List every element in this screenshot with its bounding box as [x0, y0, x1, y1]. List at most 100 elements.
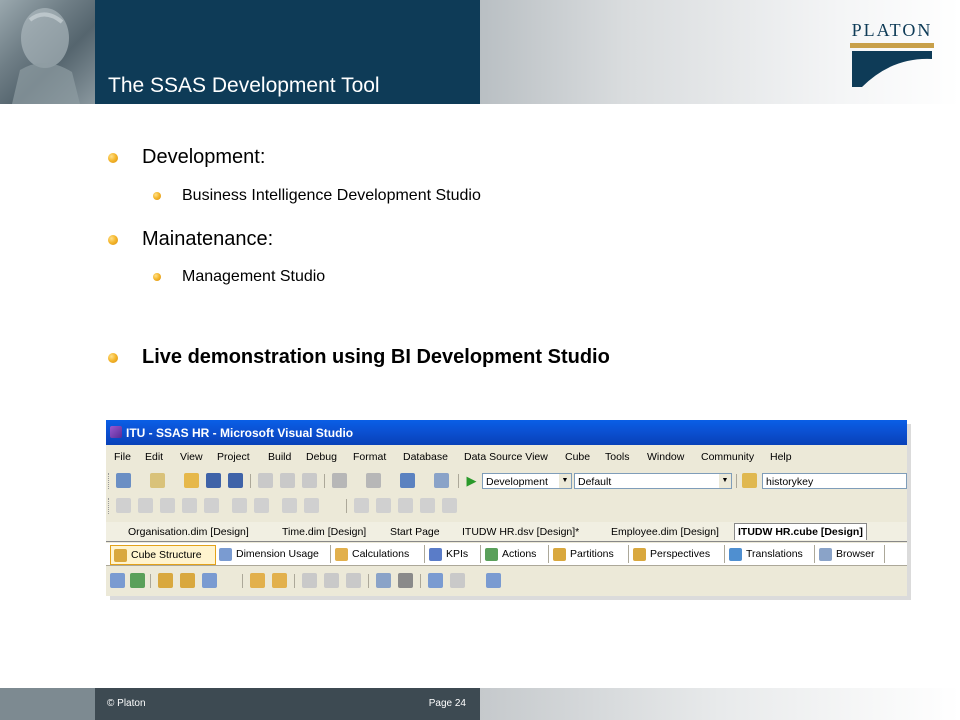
show-all-icon[interactable]	[272, 573, 287, 588]
designer-tab-label: Translations	[746, 548, 803, 560]
tab-browser[interactable]: Browser	[816, 545, 885, 563]
tab-actions[interactable]: Actions	[482, 545, 549, 563]
arrange-icon[interactable]	[486, 573, 501, 588]
tab-itudw-hr-dsv[interactable]: ITUDW HR.dsv [Design]*	[462, 524, 579, 540]
footer-left-block	[0, 688, 95, 720]
menu-community[interactable]: Community	[701, 451, 754, 463]
tab-kpis[interactable]: KPIs	[426, 545, 481, 563]
header-bar: The SSAS Development Tool	[95, 0, 480, 104]
new-project-icon[interactable]	[116, 473, 131, 488]
platon-logo: PLATON	[846, 18, 938, 87]
redo-icon[interactable]	[366, 473, 381, 488]
cube-designer-toolbar	[106, 570, 907, 592]
remove-table-icon[interactable]	[138, 498, 153, 513]
new-measure-icon[interactable]	[158, 573, 173, 588]
indent-icon[interactable]	[376, 498, 391, 513]
explore-data-icon[interactable]	[182, 498, 197, 513]
toolbar-separator	[242, 574, 243, 588]
solution-platform-select[interactable]: Default ▼	[574, 473, 732, 489]
header-statue-photo	[0, 0, 95, 104]
kpis-icon	[429, 547, 442, 561]
menu-cube[interactable]: Cube	[565, 451, 590, 463]
start-debug-icon[interactable]: ▶	[464, 473, 479, 488]
show-grid-icon[interactable]	[376, 573, 391, 588]
statue-image	[12, 8, 80, 104]
navigate-forward-icon[interactable]	[434, 473, 449, 488]
tab-perspectives[interactable]: Perspectives	[630, 545, 725, 563]
zoom-icon[interactable]	[428, 573, 443, 588]
cut-icon[interactable]	[258, 473, 273, 488]
bullet-dot-icon	[108, 152, 118, 163]
find-input-value: historykey	[766, 476, 814, 488]
diagram-icon[interactable]	[304, 498, 319, 513]
diagram-view-icon[interactable]	[398, 573, 413, 588]
open-folder-icon[interactable]	[184, 473, 199, 488]
new-measure-group-icon[interactable]	[180, 573, 195, 588]
menu-edit[interactable]: Edit	[145, 451, 163, 463]
visual-studio-screenshot: ITU - SSAS HR - Microsoft Visual Studio …	[106, 420, 907, 596]
new-query-icon[interactable]	[232, 498, 247, 513]
copy-icon[interactable]	[280, 473, 295, 488]
align-icon[interactable]	[354, 498, 369, 513]
menu-window[interactable]: Window	[647, 451, 684, 463]
paste-icon[interactable]	[302, 473, 317, 488]
zoom-level-icon[interactable]	[450, 573, 465, 588]
chevron-down-icon: ▼	[719, 474, 731, 488]
sql-query-icon[interactable]	[160, 498, 175, 513]
bullet-bids: Business Intelligence Development Studio	[153, 187, 481, 205]
tab-itudw-hr-cube[interactable]: ITUDW HR.cube [Design]	[734, 523, 867, 540]
tab-translations[interactable]: Translations	[726, 545, 815, 563]
footer-copyright: © Platon	[107, 698, 146, 709]
menu-file[interactable]: File	[114, 451, 131, 463]
new-linked-object-icon[interactable]	[250, 573, 265, 588]
menu-help[interactable]: Help	[770, 451, 792, 463]
menu-project[interactable]: Project	[217, 451, 250, 463]
outdent-icon[interactable]	[398, 498, 413, 513]
tab-employee-dim[interactable]: Employee.dim [Design]	[611, 524, 719, 540]
refresh-icon[interactable]	[204, 498, 219, 513]
tab-start-page[interactable]: Start Page	[390, 524, 440, 540]
find-in-files-icon[interactable]	[742, 473, 757, 488]
delete-icon[interactable]	[302, 573, 317, 588]
uncomment-icon[interactable]	[442, 498, 457, 513]
comment-icon[interactable]	[420, 498, 435, 513]
save-icon[interactable]	[206, 473, 221, 488]
solution-config-select[interactable]: Development ▼	[482, 473, 572, 489]
find-input[interactable]: historykey	[762, 473, 907, 489]
menu-format[interactable]: Format	[353, 451, 386, 463]
menu-data-source-view[interactable]: Data Source View	[464, 451, 548, 463]
menu-debug[interactable]: Debug	[306, 451, 337, 463]
move-up-icon[interactable]	[324, 573, 339, 588]
layout-icon[interactable]	[282, 498, 297, 513]
menu-build[interactable]: Build	[268, 451, 291, 463]
bullet-text: Business Intelligence Development Studio	[182, 187, 481, 204]
logo-column-icon	[852, 51, 932, 87]
process-icon[interactable]	[110, 573, 125, 588]
undo-icon[interactable]	[332, 473, 347, 488]
move-down-icon[interactable]	[346, 573, 361, 588]
refresh-icon[interactable]	[130, 573, 145, 588]
cube-structure-icon	[114, 548, 127, 562]
menu-database[interactable]: Database	[403, 451, 448, 463]
tab-cube-structure[interactable]: Cube Structure	[110, 545, 216, 565]
bullet-dot-icon	[153, 273, 161, 281]
visual-studio-icon	[110, 426, 122, 438]
add-item-icon[interactable]	[150, 473, 165, 488]
add-dimension-icon[interactable]	[202, 573, 217, 588]
solution-platform-value: Default	[578, 476, 612, 488]
tab-calculations[interactable]: Calculations	[332, 545, 425, 563]
designer-tab-label: Browser	[836, 548, 875, 560]
actions-icon	[485, 547, 498, 561]
tab-time-dim[interactable]: Time.dim [Design]	[282, 524, 366, 540]
save-all-icon[interactable]	[228, 473, 243, 488]
navigate-back-icon[interactable]	[400, 473, 415, 488]
menu-tools[interactable]: Tools	[605, 451, 630, 463]
tab-partitions[interactable]: Partitions	[550, 545, 629, 563]
logo-text: PLATON	[851, 20, 933, 40]
tab-organisation-dim[interactable]: Organisation.dim [Design]	[128, 524, 249, 540]
add-table-icon[interactable]	[116, 498, 131, 513]
tab-dimension-usage[interactable]: Dimension Usage	[216, 545, 331, 563]
designer-tab-label: KPIs	[446, 548, 469, 560]
run-sql-icon[interactable]	[254, 498, 269, 513]
menu-view[interactable]: View	[180, 451, 203, 463]
